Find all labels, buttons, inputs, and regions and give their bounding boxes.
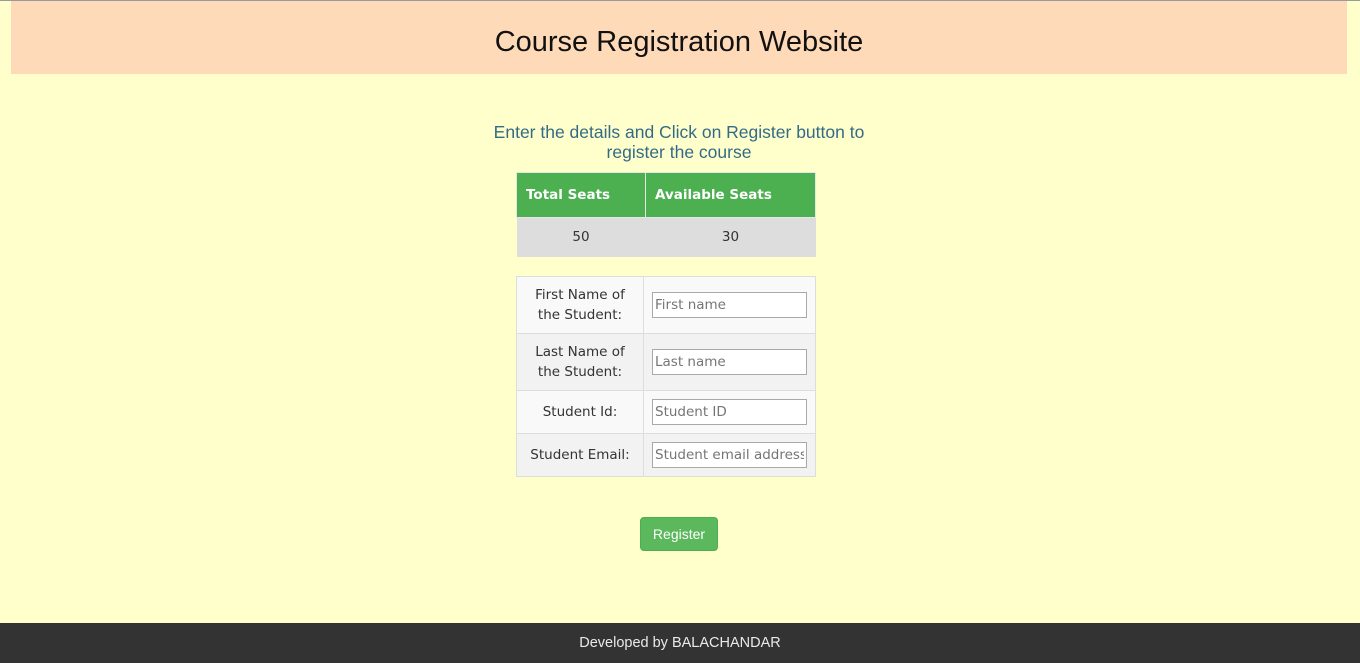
form-row-last-name: Last Name of the Student: xyxy=(516,333,816,391)
form-row-first-name: First Name of the Student: xyxy=(516,276,816,334)
student-id-label: Student Id: xyxy=(516,390,644,434)
available-seats-value: 30 xyxy=(645,217,816,257)
last-name-label: Last Name of the Student: xyxy=(516,333,644,391)
form-row-student-id: Student Id: xyxy=(516,390,816,434)
instructions-text: Enter the details and Click on Register … xyxy=(493,122,865,162)
seats-header-row: Total Seats Available Seats xyxy=(516,172,816,218)
last-name-input[interactable] xyxy=(652,349,807,375)
page-footer: Developed by BALACHANDAR xyxy=(0,623,1360,663)
page-title: Course Registration Website xyxy=(494,26,864,58)
form-row-student-email: Student Email: xyxy=(516,433,816,477)
student-email-label: Student Email: xyxy=(516,433,644,477)
first-name-label: First Name of the Student: xyxy=(516,276,644,334)
footer-text: Developed by BALACHANDAR xyxy=(579,635,781,651)
registration-form: First Name of the Student: Last Name of … xyxy=(516,276,816,477)
total-seats-value: 50 xyxy=(516,217,646,257)
register-button[interactable]: Register xyxy=(640,517,718,551)
page-header: Course Registration Website xyxy=(11,1,1347,74)
total-seats-header: Total Seats xyxy=(516,172,646,218)
seats-value-row: 50 30 xyxy=(516,217,816,257)
seats-table: Total Seats Available Seats 50 30 xyxy=(516,172,816,257)
first-name-input[interactable] xyxy=(652,292,807,318)
student-email-input[interactable] xyxy=(652,442,807,468)
student-id-input[interactable] xyxy=(652,399,807,425)
available-seats-header: Available Seats xyxy=(645,172,816,218)
